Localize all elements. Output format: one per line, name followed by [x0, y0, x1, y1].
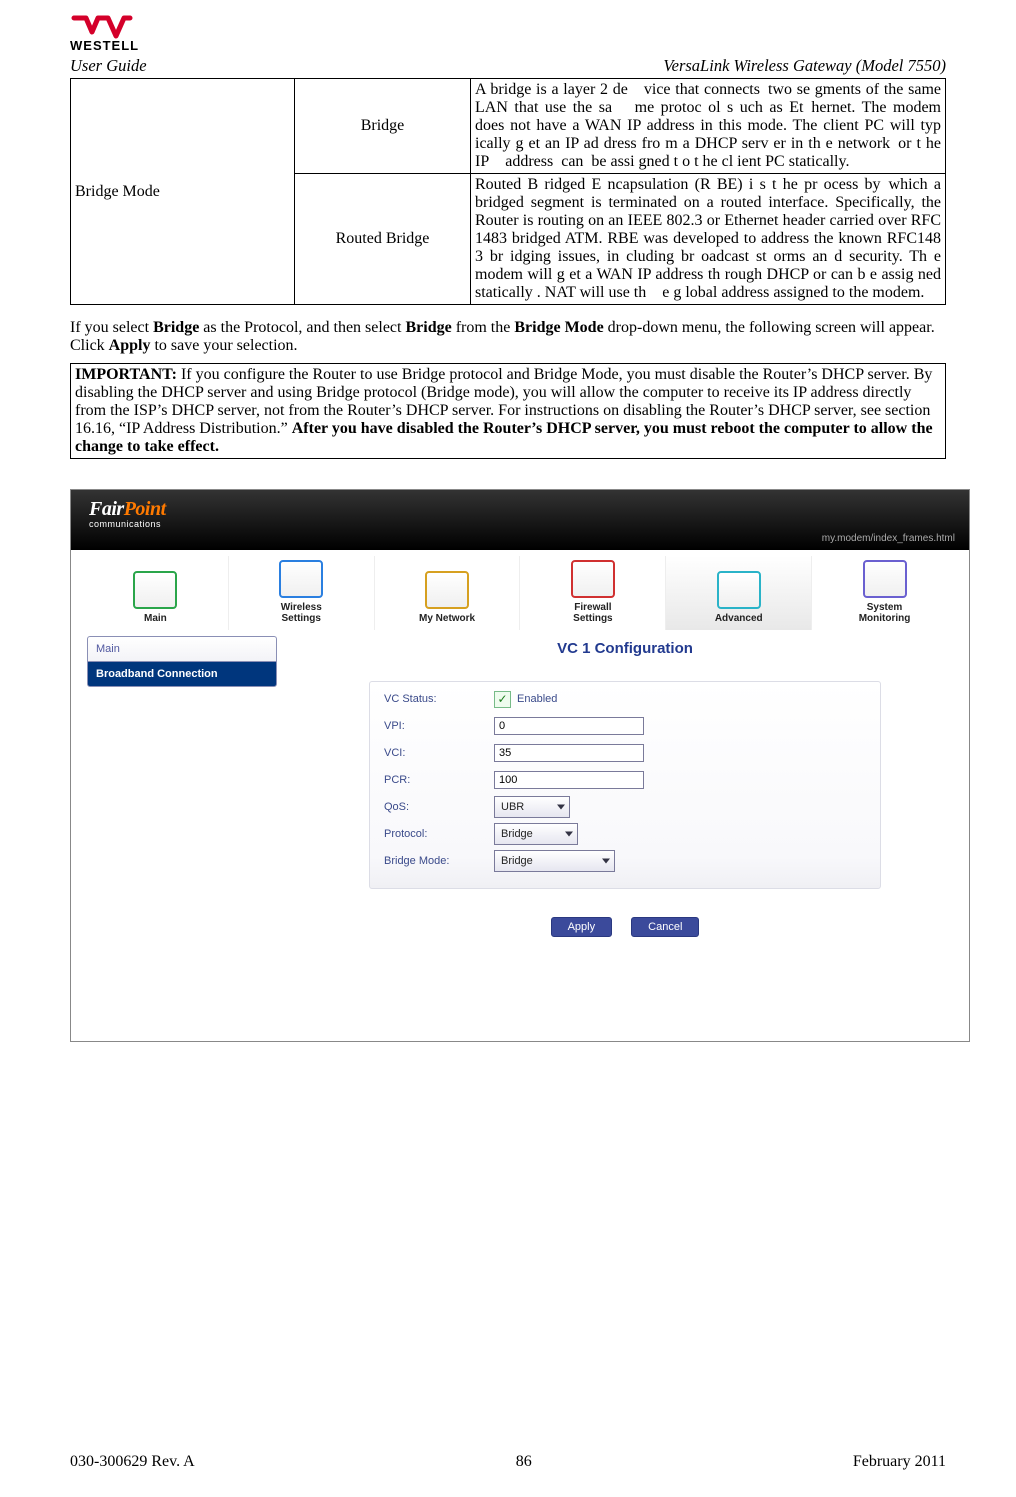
mode-name-routed: Routed Bridge	[295, 174, 471, 305]
protocol-select[interactable]: Bridge	[494, 823, 578, 845]
protocol-label: Protocol:	[384, 828, 494, 840]
vci-input[interactable]	[494, 744, 644, 762]
page-header: User Guide VersaLink Wireless Gateway (M…	[70, 56, 946, 76]
instruction-paragraph: If you select Bridge as the Protocol, an…	[70, 319, 946, 355]
header-left: User Guide	[70, 56, 147, 76]
group-cell: Bridge Mode	[71, 79, 295, 305]
svg-text:WESTELL: WESTELL	[70, 38, 139, 53]
pcr-input[interactable]	[494, 771, 644, 789]
network-icon	[425, 571, 469, 609]
qos-select[interactable]: UBR	[494, 796, 570, 818]
mode-desc-routed: Routed B ridged E ncapsulation (R BE) i …	[471, 174, 946, 305]
sidebar-item-broadband[interactable]: Broadband Connection	[87, 661, 277, 687]
apply-button[interactable]: Apply	[551, 917, 613, 937]
tab-monitoring[interactable]: System Monitoring	[812, 556, 957, 630]
firewall-icon	[571, 560, 615, 598]
tab-firewall[interactable]: Firewall Settings	[520, 556, 666, 630]
cancel-button[interactable]: Cancel	[631, 917, 699, 937]
vpi-label: VPI:	[384, 720, 494, 732]
fairpoint-logo: FairPoint communications	[89, 498, 166, 529]
tab-main[interactable]: Main	[83, 556, 229, 630]
vc-form: VC Status: ✓ Enabled VPI: VCI: PCR:	[369, 681, 881, 889]
vcstatus-checkbox[interactable]: ✓	[494, 691, 511, 708]
mode-desc-bridge: A bridge is a layer 2 de vice that conne…	[471, 79, 946, 174]
monitoring-icon	[863, 560, 907, 598]
wireless-icon	[279, 560, 323, 598]
pcr-label: PCR:	[384, 774, 494, 786]
footer-center: 86	[516, 1453, 532, 1471]
header-right: VersaLink Wireless Gateway (Model 7550)	[663, 56, 946, 76]
vcstatus-label: VC Status:	[384, 693, 494, 705]
important-note: IMPORTANT: If you configure the Router t…	[70, 363, 946, 459]
vcstatus-text: Enabled	[517, 693, 557, 705]
main-icon	[133, 571, 177, 609]
important-label: IMPORTANT:	[75, 366, 177, 383]
footer-left: 030-300629 Rev. A	[70, 1453, 195, 1471]
vpi-input[interactable]	[494, 717, 644, 735]
bmode-select[interactable]: Bridge	[494, 850, 615, 872]
router-ui-screenshot: FairPoint communications my.modem/index_…	[70, 489, 970, 1042]
footer-right: February 2011	[853, 1453, 946, 1471]
bridge-mode-table: Bridge Mode Bridge A bridge is a layer 2…	[70, 78, 946, 305]
sidebar-item-main[interactable]: Main	[87, 636, 277, 661]
tab-advanced[interactable]: Advanced	[666, 556, 812, 630]
sidebar: Main Broadband Connection	[87, 636, 277, 937]
router-url: my.modem/index_frames.html	[822, 533, 955, 544]
page-footer: 030-300629 Rev. A 86 February 2011	[70, 1453, 946, 1471]
tab-mynetwork[interactable]: My Network	[375, 556, 521, 630]
top-nav-tabs: Main Wireless Settings My Network Firewa…	[71, 550, 969, 630]
mode-name-bridge: Bridge	[295, 79, 471, 174]
tab-wireless[interactable]: Wireless Settings	[229, 556, 375, 630]
panel-title: VC 1 Configuration	[297, 640, 953, 657]
document-page: WESTELL User Guide VersaLink Wireless Ga…	[0, 0, 1016, 1497]
bmode-label: Bridge Mode:	[384, 855, 494, 867]
vci-label: VCI:	[384, 747, 494, 759]
router-header-bar: FairPoint communications my.modem/index_…	[71, 490, 969, 550]
qos-label: QoS:	[384, 801, 494, 813]
advanced-icon	[717, 571, 761, 609]
main-panel: VC 1 Configuration VC Status: ✓ Enabled …	[297, 636, 953, 937]
westell-logo: WESTELL	[70, 14, 946, 54]
